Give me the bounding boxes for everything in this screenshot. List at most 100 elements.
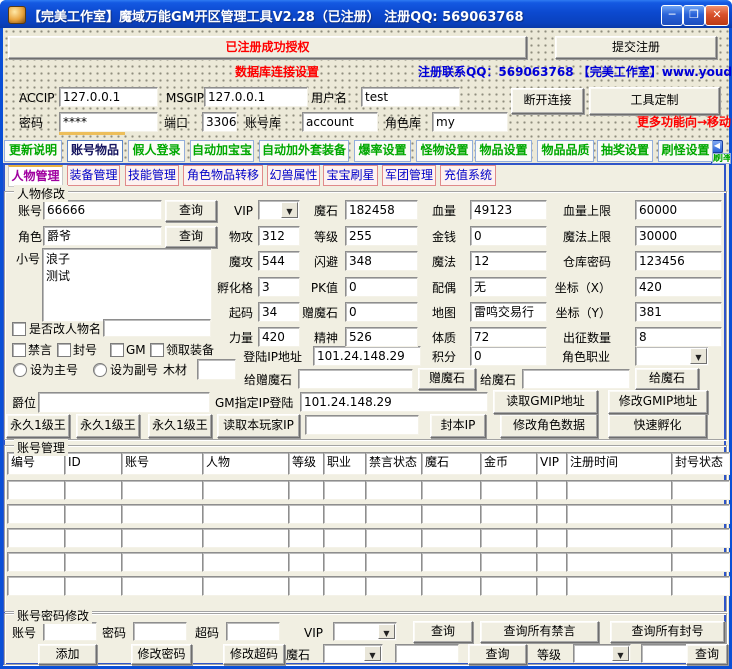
tab-main-8[interactable]: 物品设置 bbox=[475, 140, 532, 162]
table-cell[interactable] bbox=[64, 528, 123, 548]
modify-role-data-button[interactable]: 修改角色数据 bbox=[500, 414, 598, 438]
disconnect-button[interactable]: 断开连接 bbox=[511, 88, 584, 114]
chevron-down-icon[interactable]: ▼ bbox=[364, 646, 381, 661]
table-cell[interactable] bbox=[288, 528, 325, 548]
tab-sub-8[interactable]: 充值系统 bbox=[440, 165, 496, 186]
table-header-7[interactable]: 禁言状态 bbox=[365, 452, 423, 475]
table-cell[interactable] bbox=[421, 552, 482, 572]
table-cell[interactable] bbox=[480, 576, 538, 596]
table-cell[interactable] bbox=[121, 576, 204, 596]
table-header-6[interactable]: 职业 bbox=[323, 452, 367, 475]
table-cell[interactable] bbox=[202, 528, 290, 548]
rename-checkbox[interactable] bbox=[12, 322, 26, 336]
table-cell[interactable] bbox=[480, 480, 538, 500]
king-level-button-2[interactable]: 永久1级王 bbox=[76, 414, 140, 438]
stone-filter-combobox[interactable]: ▼ bbox=[323, 644, 383, 663]
table-cell[interactable] bbox=[121, 480, 204, 500]
table-cell[interactable] bbox=[671, 552, 730, 572]
table-header-8[interactable]: 魔石 bbox=[421, 452, 482, 475]
role-input[interactable]: 爵爷 bbox=[43, 226, 162, 246]
table-cell[interactable] bbox=[566, 528, 673, 548]
tab-main-11[interactable]: 刷怪设置 bbox=[658, 140, 713, 162]
table-cell[interactable] bbox=[566, 480, 673, 500]
give-bonus-stone-button[interactable]: 赠魔石 bbox=[418, 368, 476, 390]
table-cell[interactable] bbox=[7, 480, 66, 500]
chevron-down-icon[interactable]: ▼ bbox=[378, 624, 395, 639]
add-account-button[interactable]: 添加 bbox=[38, 644, 97, 665]
accdb-input[interactable]: account bbox=[302, 112, 378, 132]
table-cell[interactable] bbox=[536, 528, 568, 548]
table-cell[interactable] bbox=[323, 504, 367, 524]
table-cell[interactable] bbox=[288, 552, 325, 572]
player-ip-input[interactable] bbox=[305, 415, 419, 435]
stat-input-e4[interactable]: 420 bbox=[635, 277, 722, 297]
table-cell[interactable] bbox=[480, 528, 538, 548]
table-cell[interactable] bbox=[121, 504, 204, 524]
table-cell[interactable] bbox=[671, 576, 730, 596]
tab-main-5[interactable]: 自动加外套装备 bbox=[259, 140, 349, 162]
table-cell[interactable] bbox=[365, 504, 423, 524]
table-header-2[interactable]: ID bbox=[64, 452, 123, 475]
table-cell[interactable] bbox=[64, 552, 123, 572]
table-header-12[interactable]: 封号状态 bbox=[671, 452, 730, 475]
read-gmip-button[interactable]: 读取GMIP地址 bbox=[493, 390, 598, 414]
tab-sub-2[interactable]: 装备管理 bbox=[67, 165, 120, 186]
password-input[interactable]: **** bbox=[59, 112, 158, 132]
pwd-vip-combobox[interactable]: ▼ bbox=[333, 622, 397, 641]
table-cell[interactable] bbox=[288, 576, 325, 596]
table-cell[interactable] bbox=[365, 480, 423, 500]
table-cell[interactable] bbox=[536, 576, 568, 596]
table-cell[interactable] bbox=[566, 504, 673, 524]
level-query-button[interactable]: 查询 bbox=[686, 644, 728, 665]
table-cell[interactable] bbox=[671, 480, 730, 500]
tab-main-10[interactable]: 抽奖设置 bbox=[597, 140, 653, 162]
gm-ip-input[interactable]: 101.24.148.29 bbox=[300, 392, 488, 412]
table-cell[interactable] bbox=[671, 504, 730, 524]
table-cell[interactable] bbox=[202, 552, 290, 572]
table-header-4[interactable]: 人物 bbox=[202, 452, 290, 475]
accip-input[interactable]: 127.0.0.1 bbox=[59, 87, 158, 107]
table-cell[interactable] bbox=[323, 480, 367, 500]
table-cell[interactable] bbox=[566, 576, 673, 596]
king-level-button-3[interactable]: 永久1级王 bbox=[148, 414, 212, 438]
tab-main-9[interactable]: 物品品质 bbox=[537, 140, 594, 162]
msgip-input[interactable]: 127.0.0.1 bbox=[204, 87, 308, 107]
query-all-mute-button[interactable]: 查询所有禁言 bbox=[480, 621, 599, 643]
roledb-input[interactable]: my bbox=[432, 112, 508, 132]
close-button-icon[interactable]: ✕ bbox=[705, 5, 729, 26]
stat-input-e2[interactable]: 30000 bbox=[635, 226, 722, 246]
tab-main-partial[interactable]: 刷率 bbox=[712, 153, 731, 164]
table-cell[interactable] bbox=[288, 480, 325, 500]
table-cell[interactable] bbox=[480, 552, 538, 572]
table-cell[interactable] bbox=[121, 552, 204, 572]
username-input[interactable]: test bbox=[361, 87, 460, 107]
table-cell[interactable] bbox=[536, 480, 568, 500]
minimize-button-icon[interactable]: ─ bbox=[661, 5, 683, 26]
table-cell[interactable] bbox=[421, 528, 482, 548]
table-cell[interactable] bbox=[121, 528, 204, 548]
table-cell[interactable] bbox=[365, 552, 423, 572]
pwd-password-input[interactable] bbox=[133, 622, 187, 641]
king-level-button-1[interactable]: 永久1级王 bbox=[6, 414, 70, 438]
table-cell[interactable] bbox=[7, 504, 66, 524]
table-header-9[interactable]: 金币 bbox=[480, 452, 538, 475]
table-cell[interactable] bbox=[421, 480, 482, 500]
table-cell[interactable] bbox=[566, 552, 673, 572]
equip-checkbox[interactable] bbox=[150, 343, 164, 357]
table-cell[interactable] bbox=[323, 576, 367, 596]
modify-super-pwd-button[interactable]: 修改超码 bbox=[223, 644, 285, 665]
tab-sub-1[interactable]: 人物管理 bbox=[8, 165, 63, 187]
ban-ip-button[interactable]: 封本IP bbox=[430, 414, 486, 438]
query-all-ban-button[interactable]: 查询所有封号 bbox=[610, 621, 725, 643]
tab-sub-5[interactable]: 幻兽属性 bbox=[267, 165, 320, 186]
maximize-button-icon[interactable]: ❐ bbox=[683, 5, 705, 26]
set-sub-radio[interactable] bbox=[93, 363, 107, 377]
tab-main-4[interactable]: 自动加宝宝 bbox=[190, 140, 254, 162]
table-cell[interactable] bbox=[7, 576, 66, 596]
table-cell[interactable] bbox=[288, 504, 325, 524]
account-input[interactable]: 66666 bbox=[43, 200, 162, 220]
read-player-ip-button[interactable]: 读取本玩家IP bbox=[217, 414, 300, 438]
modify-pwd-button[interactable]: 修改密码 bbox=[131, 644, 192, 665]
table-header-5[interactable]: 等级 bbox=[288, 452, 325, 475]
table-cell[interactable] bbox=[7, 528, 66, 548]
